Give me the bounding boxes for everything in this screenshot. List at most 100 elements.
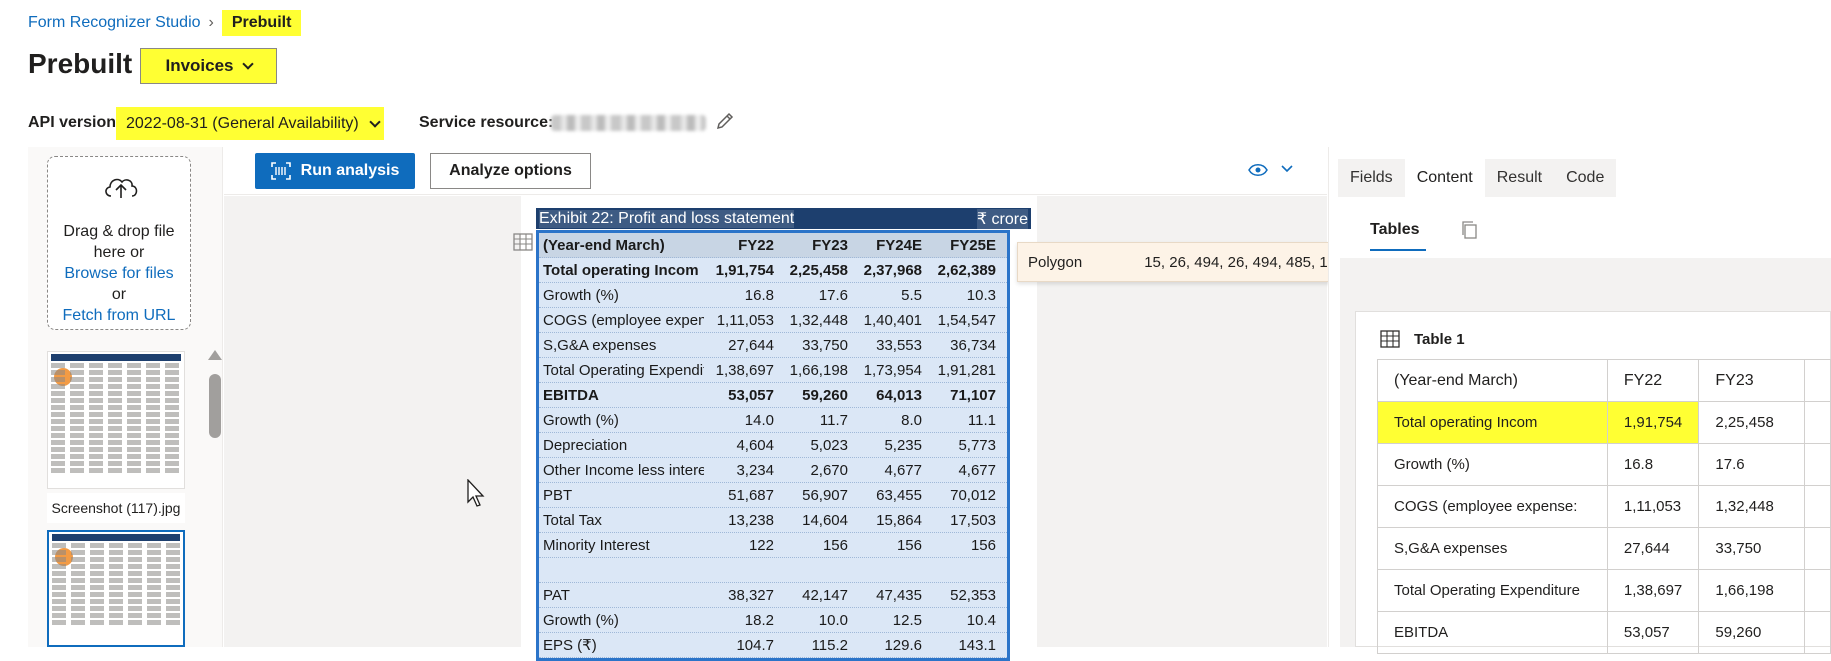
file-list-scrollbar[interactable] — [209, 374, 221, 438]
doc-cell: 17,503 — [950, 511, 996, 529]
table-row[interactable]: Total operating Incom 1,91,754 2,25,458 — [1377, 401, 1831, 444]
doc-cell: Growth (%) — [543, 411, 619, 429]
doc-cell: 1,32,448 — [789, 311, 848, 329]
table-icon[interactable] — [513, 233, 533, 251]
table-cell[interactable]: 16.8 — [1606, 443, 1700, 486]
api-version-dropdown[interactable]: 2022-08-31 (General Availability) — [116, 107, 384, 140]
doc-cell: EPS (₹) — [543, 637, 597, 654]
table-cell[interactable]: Growth (%) — [1377, 443, 1608, 486]
table-cell[interactable]: 1,66,198 — [1698, 569, 1805, 612]
chevron-down-icon[interactable] — [1280, 164, 1294, 174]
tab-code[interactable]: Code — [1554, 159, 1616, 197]
doc-cell: Total operating Incom — [543, 261, 699, 279]
table-cell[interactable]: 1,11,053 — [1606, 485, 1700, 528]
doc-header-cell: FY22 — [738, 236, 774, 254]
tab-content[interactable]: Content — [1404, 159, 1485, 197]
eye-icon[interactable] — [1248, 163, 1268, 177]
table-cell-highlighted[interactable]: 1,91,754 — [1606, 401, 1700, 444]
doc-cell: 36,734 — [950, 336, 996, 354]
browse-files-link[interactable]: Browse for files — [48, 263, 190, 284]
detected-table-region[interactable]: (Year-end March) FY22 FY23 FY24E FY25E T… — [536, 230, 1010, 661]
or-text: or — [111, 286, 127, 303]
model-dropdown[interactable]: Invoices — [140, 48, 277, 84]
doc-cell: 16.8 — [744, 286, 774, 304]
table-cell[interactable]: 59,260 — [1698, 611, 1805, 654]
table-cell[interactable]: S,G&A expenses — [1377, 527, 1608, 570]
doc-header-cell: FY24E — [876, 236, 922, 254]
file-thumbnail[interactable] — [47, 351, 185, 489]
doc-cell: 1,11,053 — [716, 311, 774, 329]
edit-pencil-icon[interactable] — [714, 110, 736, 132]
doc-cell: 4,604 — [736, 436, 774, 454]
table-row[interactable]: S,G&A expenses 27,644 33,750 — [1377, 527, 1831, 570]
table-cell[interactable]: 53,057 — [1606, 611, 1700, 654]
table-cell[interactable]: 1,38,697 — [1606, 569, 1700, 612]
analyze-options-button[interactable]: Analyze options — [430, 153, 591, 189]
doc-cell: 10.3 — [966, 286, 996, 304]
document-table-row: Other Income less interest 3,234 2,670 4… — [539, 458, 1007, 483]
table-cell[interactable]: Total Operating Expenditure — [1377, 569, 1608, 612]
doc-cell: 12.5 — [892, 611, 922, 629]
doc-cell: Growth (%) — [543, 286, 619, 304]
doc-cell: 3,234 — [736, 461, 774, 479]
document-table-row: PAT 38,327 42,147 47,435 52,353 — [539, 583, 1007, 608]
doc-header-cell: FY23 — [812, 236, 848, 254]
doc-cell: 38,327 — [728, 586, 774, 604]
doc-cell: 10.4 — [966, 611, 996, 629]
table-title-text: Table 1 — [1414, 330, 1465, 348]
doc-cell: 143.1 — [958, 636, 996, 654]
api-version-value: 2022-08-31 (General Availability) — [126, 114, 359, 132]
doc-cell: 156 — [970, 536, 996, 554]
fetch-from-url-link[interactable]: Fetch from URL — [48, 305, 190, 326]
doc-cell: 51,687 — [728, 486, 774, 504]
table-cell[interactable]: 2,25,458 — [1698, 401, 1805, 444]
table-cell-truncated — [1803, 443, 1831, 486]
table-cell-truncated — [1803, 569, 1831, 612]
table-header-cell: FY23 — [1698, 359, 1805, 402]
table-row[interactable]: COGS (employee expense: 1,11,053 1,32,44… — [1377, 485, 1831, 528]
document-table-row: Depreciation 4,604 5,023 5,235 5,773 — [539, 433, 1007, 458]
tab-result[interactable]: Result — [1485, 159, 1554, 197]
document-table-row: Growth (%) 18.2 10.0 12.5 10.4 — [539, 608, 1007, 633]
table-header-row: (Year-end March) FY22 FY23 — [1377, 359, 1831, 402]
doc-cell: 1,73,954 — [863, 361, 922, 379]
table-cell[interactable]: 1,32,448 — [1698, 485, 1805, 528]
table-cell-highlighted[interactable]: Total operating Incom — [1377, 401, 1608, 444]
run-analysis-button[interactable]: Run analysis — [255, 153, 415, 189]
breadcrumb-root-link[interactable]: Form Recognizer Studio — [28, 14, 201, 32]
doc-cell: 63,455 — [876, 486, 922, 504]
doc-cell: 156 — [896, 536, 922, 554]
file-thumbnail-selected[interactable] — [47, 530, 185, 647]
doc-cell: 47,435 — [876, 586, 922, 604]
copy-icon[interactable] — [1460, 220, 1478, 240]
doc-cell: 13,238 — [728, 511, 774, 529]
breadcrumb-current: Prebuilt — [221, 10, 302, 36]
tab-fields[interactable]: Fields — [1338, 159, 1405, 197]
table-cell-truncated — [1803, 611, 1831, 654]
table-cell[interactable]: EBITDA — [1377, 611, 1608, 654]
doc-cell: 17.6 — [818, 286, 848, 304]
subtab-tables[interactable]: Tables — [1370, 221, 1425, 251]
document-table-row: EBITDA 53,057 59,260 64,013 71,107 — [539, 383, 1007, 408]
file-name-label[interactable]: Screenshot (117).jpg — [47, 493, 185, 523]
doc-cell: 1,54,547 — [937, 311, 996, 329]
table-cell[interactable]: 17.6 — [1698, 443, 1805, 486]
doc-cell: Depreciation — [543, 436, 628, 454]
document-table-row: EPS (₹) 104.7 115.2 129.6 143.1 — [539, 633, 1007, 658]
doc-cell: EBITDA — [543, 386, 599, 404]
table-row[interactable]: EBITDA 53,057 59,260 — [1377, 611, 1831, 654]
doc-cell: Minority Interest — [543, 536, 650, 554]
doc-cell: Other Income less interest — [543, 461, 704, 479]
table-row[interactable]: Growth (%) 16.8 17.6 — [1377, 443, 1831, 486]
table-cell[interactable]: 33,750 — [1698, 527, 1805, 570]
doc-cell: Growth (%) — [543, 611, 619, 629]
doc-cell: Total Tax — [543, 511, 602, 529]
scroll-up-arrow-icon[interactable] — [208, 350, 222, 360]
doc-cell: 2,670 — [810, 461, 848, 479]
results-tab-list: Fields Content Result Code — [1338, 159, 1617, 197]
table-cell[interactable]: COGS (employee expense: — [1377, 485, 1608, 528]
table-row[interactable]: Total Operating Expenditure 1,38,697 1,6… — [1377, 569, 1831, 612]
document-title: Exhibit 22: Profit and loss statement — [539, 209, 795, 228]
table-cell[interactable]: 27,644 — [1606, 527, 1700, 570]
document-table-row: Total Tax 13,238 14,604 15,864 17,503 — [539, 508, 1007, 533]
